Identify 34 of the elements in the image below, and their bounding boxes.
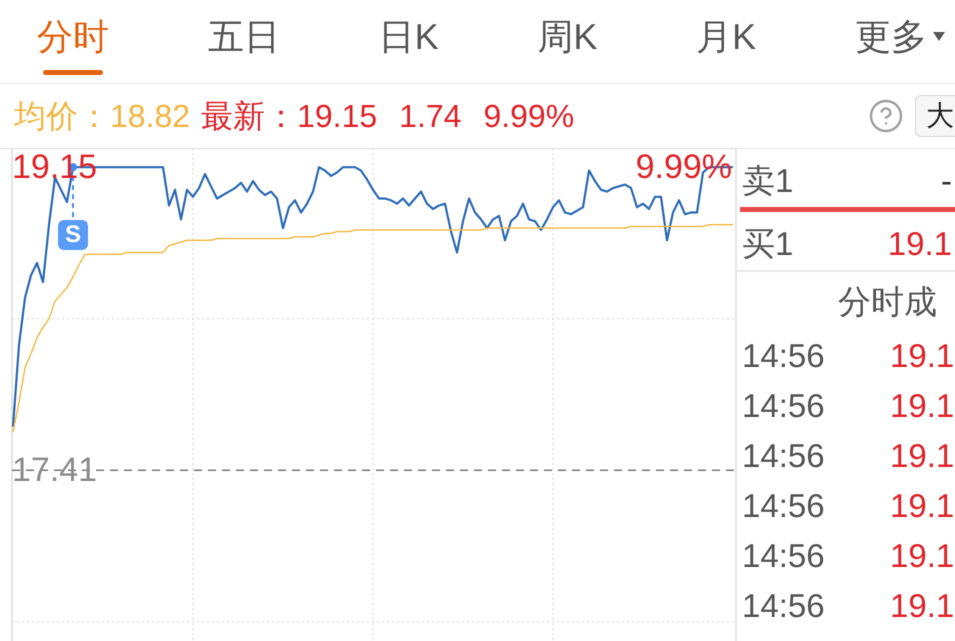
percent-axis-label: 9.99% — [636, 150, 732, 184]
trade-price: 19.1 — [890, 438, 954, 472]
order-level-label: 买1 — [742, 226, 794, 260]
latest-price-label: 最新： — [201, 100, 298, 132]
y-axis-label: 19.15 — [12, 150, 98, 184]
trade-price: 19.1 — [890, 388, 954, 422]
trade-price: 19.1 — [890, 338, 954, 372]
chart-tab[interactable]: 分时 — [37, 0, 109, 83]
trade-price: 19.1 — [890, 588, 954, 622]
trade-time: 14:56 — [741, 588, 826, 622]
trade-time: 14:56 — [741, 438, 826, 472]
chart-tab[interactable]: 周K — [537, 0, 598, 83]
help-icon[interactable] — [868, 98, 904, 134]
average-price-value: 18.82 — [110, 100, 190, 132]
price-change-percent: 9.99% — [483, 100, 574, 132]
trade-time: 14:56 — [741, 538, 826, 572]
chart-tab[interactable]: 日K — [378, 0, 439, 83]
average-price-label: 均价： — [14, 100, 110, 132]
price-change: 1.74 — [399, 100, 462, 132]
trade-time: 14:56 — [741, 388, 826, 422]
trades-title: 分时成 — [838, 284, 937, 318]
chart-tab[interactable]: 月K — [696, 0, 756, 83]
trade-price: 19.1 — [890, 488, 954, 522]
order-level-label: 卖1 — [742, 164, 794, 196]
size-button[interactable]: 大 — [915, 95, 955, 137]
order-price: 19.1 — [888, 226, 952, 260]
latest-price-value: 19.15 — [297, 100, 378, 132]
trade-time: 14:56 — [741, 338, 826, 372]
chart-tab[interactable]: 更多 — [854, 0, 945, 83]
chart-tab[interactable]: 五日 — [208, 0, 280, 83]
trade-time: 14:56 — [741, 488, 826, 522]
order-price: - — [941, 164, 952, 196]
y-axis-label: 17.41 — [12, 453, 98, 488]
trade-price: 19.1 — [890, 538, 954, 572]
